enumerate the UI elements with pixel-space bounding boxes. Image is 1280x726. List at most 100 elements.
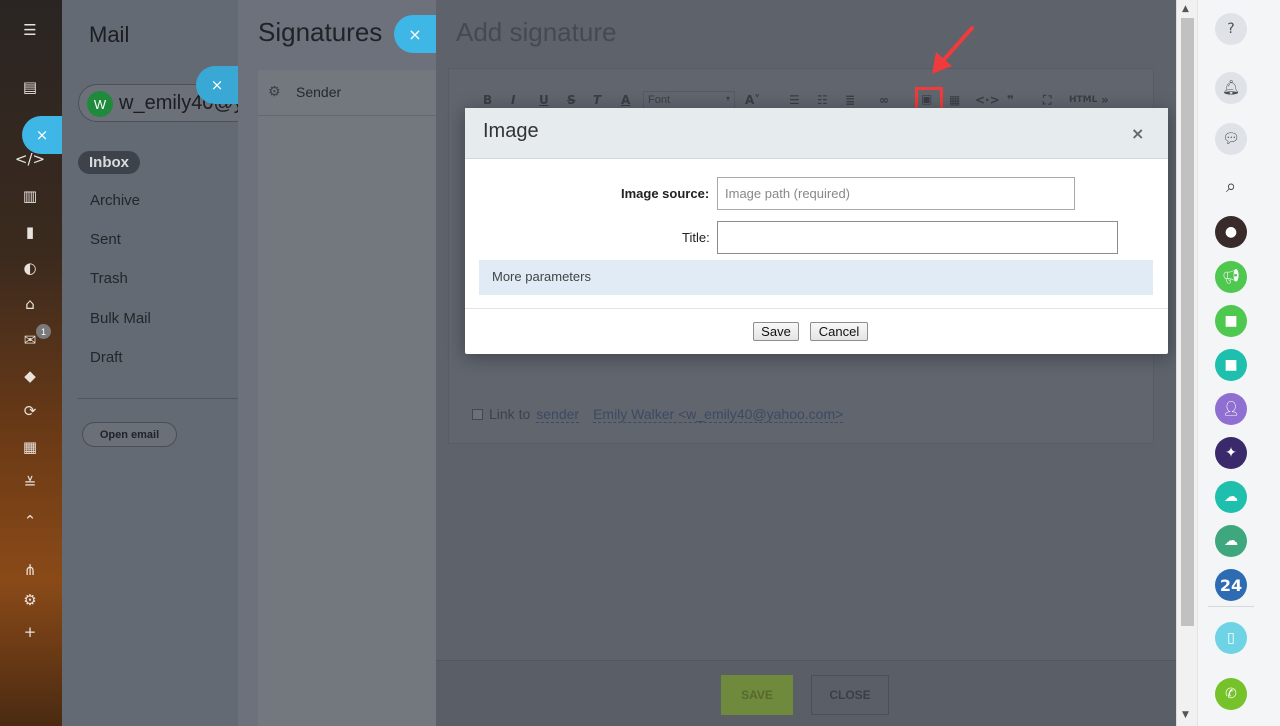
left-navigation: ☰ ▤ </> ▥ ▮ ◐ ⌂ ✉ 1 ◆ ⟳ ▦ ≚ ⌃ ⋔ ⚙ + bbox=[0, 0, 62, 726]
font-select-label: Font bbox=[648, 94, 671, 106]
scroll-thumb[interactable] bbox=[1181, 18, 1194, 626]
film-icon[interactable]: ▦ bbox=[19, 436, 41, 458]
footer-bar: SAVE CLOSE bbox=[436, 660, 1176, 726]
group-photo-icon[interactable]: ✦ bbox=[1215, 437, 1247, 469]
mail-title: Mail bbox=[89, 22, 130, 47]
italic-icon[interactable]: I bbox=[511, 93, 515, 107]
phone-icon[interactable]: ✆ bbox=[1215, 678, 1247, 710]
divider bbox=[78, 398, 240, 399]
dialog-save-button[interactable]: Save bbox=[753, 322, 799, 341]
image-source-label: Image source: bbox=[621, 186, 710, 201]
sender-label: Sender bbox=[296, 84, 342, 100]
signatures-title: Signatures bbox=[258, 17, 383, 47]
right-rail: ? 🔔︎ 💬︎ ⌕ ● 📢︎ ■ ■ 👤︎ ✦ ☁ ☁ 24 ▯ ✆ bbox=[1197, 0, 1280, 726]
link-icon[interactable]: ∞ bbox=[879, 93, 889, 107]
dialog-title: Image bbox=[483, 120, 539, 142]
bar-chart-icon[interactable]: ▮ bbox=[19, 221, 41, 243]
close-icon: × bbox=[408, 24, 422, 44]
folder-trash[interactable]: Trash bbox=[90, 270, 128, 287]
close-mail-panel-button[interactable]: × bbox=[22, 116, 62, 154]
text-color-icon[interactable]: A bbox=[621, 93, 630, 107]
link-to-row: Link to sender Emily Walker <w_emily40@yah… bbox=[472, 406, 844, 423]
moon-icon[interactable]: ◐ bbox=[19, 257, 41, 279]
more-icon[interactable]: » bbox=[1101, 93, 1109, 107]
dialog-header: Image × bbox=[465, 108, 1168, 159]
image-source-input[interactable] bbox=[717, 177, 1075, 210]
dialog-close-icon[interactable]: × bbox=[1131, 124, 1144, 143]
ordered-list-icon[interactable]: ☰ bbox=[789, 93, 800, 107]
refresh-icon[interactable]: ⟳ bbox=[19, 400, 41, 422]
gear-icon[interactable]: ⚙ bbox=[268, 84, 281, 100]
cloud-sync-icon[interactable]: ☁ bbox=[1215, 525, 1247, 557]
sender-row[interactable]: ⚙ Sender bbox=[258, 70, 436, 116]
bullet-list-icon[interactable]: ☷ bbox=[817, 93, 828, 107]
inbox-tray-icon[interactable]: ▤ bbox=[19, 76, 41, 98]
title-input[interactable] bbox=[717, 221, 1118, 254]
folder-bulk-mail[interactable]: Bulk Mail bbox=[90, 310, 151, 327]
folder-archive[interactable]: Archive bbox=[90, 192, 140, 209]
device-icon[interactable]: ▯ bbox=[1215, 622, 1247, 654]
megaphone-icon[interactable]: 📢︎ bbox=[1215, 261, 1247, 293]
menu-icon[interactable]: ☰ bbox=[19, 19, 41, 41]
dialog-cancel-button[interactable]: Cancel bbox=[810, 322, 868, 341]
sitemap-icon[interactable]: ⋔ bbox=[19, 559, 41, 581]
scroll-down-icon[interactable]: ▼ bbox=[1182, 710, 1189, 720]
chevron-down-icon: ▾ bbox=[725, 94, 730, 103]
open-email-button[interactable]: Open email bbox=[82, 422, 177, 447]
link-email-selector[interactable]: Emily Walker <w_emily40@yahoo.com> bbox=[593, 406, 844, 423]
red-arrow-annotation bbox=[932, 26, 974, 74]
sliders-icon[interactable]: ≚ bbox=[19, 472, 41, 494]
vertical-scrollbar[interactable]: ▲ ▼ bbox=[1176, 0, 1197, 726]
bitrix24-icon[interactable]: 24 bbox=[1215, 569, 1247, 601]
account-avatar: W bbox=[87, 91, 113, 117]
rail-divider bbox=[1208, 606, 1254, 607]
add-signature-title: Add signature bbox=[456, 17, 617, 47]
link-sender-selector[interactable]: sender bbox=[536, 406, 580, 423]
close-signature-button[interactable]: CLOSE bbox=[811, 675, 889, 715]
folder-sent[interactable]: Sent bbox=[90, 231, 121, 248]
folder-draft[interactable]: Draft bbox=[90, 349, 123, 366]
chat-icon[interactable]: 💬︎ bbox=[1215, 123, 1247, 155]
close-icon: × bbox=[210, 76, 224, 94]
image-dialog: Image × Image source: Title: More parame… bbox=[465, 108, 1168, 354]
strikethrough-icon[interactable]: S bbox=[567, 93, 576, 107]
align-icon[interactable]: ≣ bbox=[845, 93, 855, 107]
person-icon[interactable]: 👤︎ bbox=[1215, 393, 1247, 425]
search-icon[interactable]: ⌕ bbox=[1215, 170, 1247, 202]
bell-icon[interactable]: 🔔︎ bbox=[1215, 72, 1247, 104]
mail-column: Mail W w_emily40@y Inbox Archive Sent Tr… bbox=[62, 0, 278, 726]
font-size-icon[interactable]: A˅ bbox=[745, 93, 760, 107]
cloud-icon[interactable]: ☁ bbox=[1215, 481, 1247, 513]
underline-icon[interactable]: U bbox=[539, 93, 549, 107]
save-signature-button[interactable]: SAVE bbox=[721, 675, 793, 715]
fullscreen-icon[interactable]: ⛶ bbox=[1043, 93, 1051, 108]
video-call-icon[interactable]: ■ bbox=[1215, 349, 1247, 381]
scroll-up-icon[interactable]: ▲ bbox=[1182, 4, 1189, 14]
font-select[interactable]: Font ▾ bbox=[643, 91, 735, 109]
table-icon[interactable]: ▦ bbox=[949, 93, 960, 107]
html-toggle[interactable]: HTML bbox=[1069, 95, 1097, 105]
book-icon[interactable]: ▥ bbox=[19, 185, 41, 207]
shop-icon[interactable]: ⌂ bbox=[19, 293, 41, 315]
dialog-separator bbox=[465, 308, 1168, 309]
clear-format-icon[interactable]: T bbox=[593, 93, 601, 107]
video-camera-icon[interactable]: ■ bbox=[1215, 305, 1247, 337]
bold-icon[interactable]: B bbox=[483, 93, 492, 107]
link-to-checkbox[interactable] bbox=[472, 409, 483, 420]
help-icon[interactable]: ? bbox=[1215, 13, 1247, 45]
plus-icon[interactable]: + bbox=[19, 621, 41, 643]
signatures-list: ⚙ Sender bbox=[258, 70, 436, 726]
close-icon: × bbox=[35, 126, 49, 144]
box-icon[interactable]: ◆ bbox=[19, 365, 41, 387]
close-signatures-button[interactable]: × bbox=[196, 66, 238, 104]
code-icon[interactable]: <·> bbox=[975, 93, 1000, 107]
folder-inbox[interactable]: Inbox bbox=[78, 151, 140, 174]
more-parameters-toggle[interactable]: More parameters bbox=[479, 260, 1153, 295]
gear-icon[interactable]: ⚙ bbox=[19, 589, 41, 611]
link-to-label: Link to bbox=[489, 406, 531, 422]
user-avatar-icon[interactable]: ● bbox=[1215, 216, 1247, 248]
close-add-signature-button[interactable]: × bbox=[394, 15, 436, 53]
quote-icon[interactable]: ❞ bbox=[1007, 93, 1014, 107]
title-label: Title: bbox=[682, 230, 710, 245]
chevron-up-icon[interactable]: ⌃ bbox=[19, 510, 41, 532]
